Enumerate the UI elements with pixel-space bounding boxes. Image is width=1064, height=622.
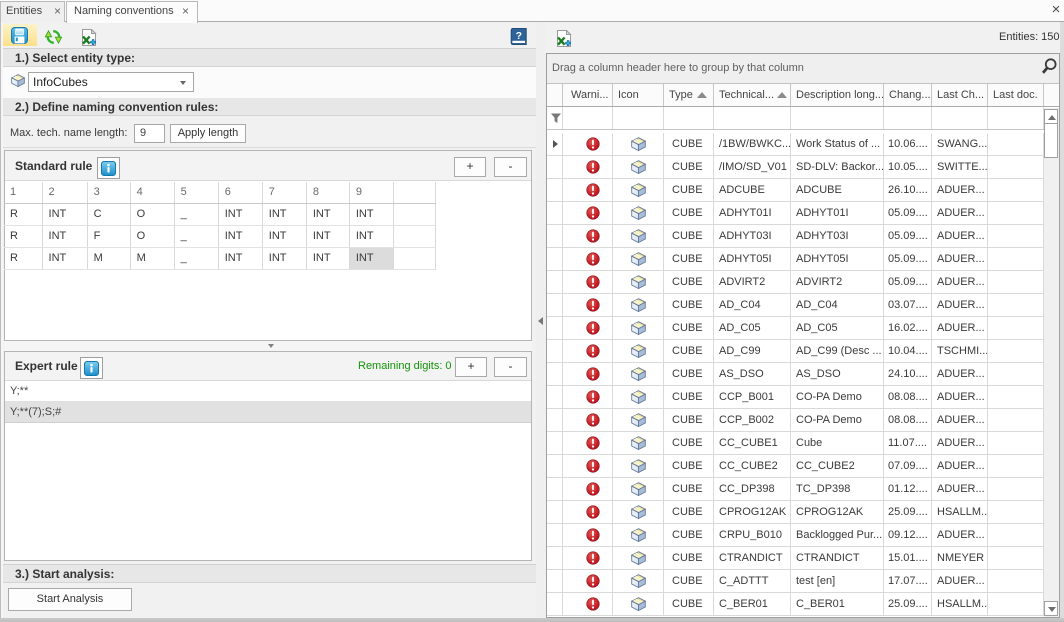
svg-text:?: ?: [516, 30, 522, 42]
